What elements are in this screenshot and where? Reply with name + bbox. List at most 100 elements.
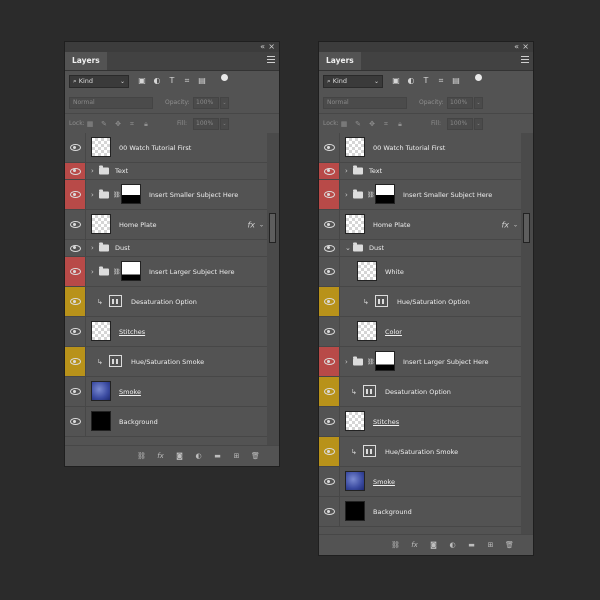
layer-row-stitches[interactable]: Stitches	[319, 407, 521, 437]
link-icon[interactable]: ⛓	[136, 450, 147, 462]
blend-mode-select[interactable]: Normal	[69, 97, 153, 109]
layer-row-dust[interactable]: › Dust	[65, 240, 267, 257]
fx-icon[interactable]: fx	[155, 450, 166, 462]
visibility-eye-icon[interactable]	[65, 317, 86, 346]
layer-name[interactable]: Insert Larger Subject Here	[149, 268, 235, 276]
layer-name[interactable]: Color	[385, 328, 402, 336]
chevron-right-icon[interactable]: ›	[91, 167, 94, 175]
visibility-eye-icon[interactable]	[319, 407, 340, 436]
layer-row-color[interactable]: Color	[319, 317, 521, 347]
layer-thumbnail[interactable]	[345, 411, 365, 431]
opacity-input[interactable]: 100%	[447, 97, 473, 109]
layer-row-desaturation-option[interactable]: ↳ Desaturation Option	[65, 287, 267, 317]
layer-row-home-plate[interactable]: Home Plate fx ⌄	[65, 210, 267, 240]
close-icon[interactable]: ×	[268, 42, 275, 52]
layer-row-insert-smaller-subject-here[interactable]: › ⛓ Insert Smaller Subject Here	[319, 180, 521, 210]
shape-filter-icon[interactable]: ⌗	[436, 75, 446, 87]
layer-name[interactable]: Hue/Saturation Smoke	[385, 448, 458, 456]
visibility-eye-icon[interactable]	[65, 407, 86, 436]
chevron-right-icon[interactable]: ›	[345, 191, 348, 199]
visibility-eye-icon[interactable]	[319, 377, 340, 406]
mask-link-icon[interactable]: ⛓	[367, 191, 375, 198]
visibility-eye-icon[interactable]	[65, 180, 86, 209]
opacity-dropdown-icon[interactable]: ⌄	[220, 97, 229, 109]
layer-name[interactable]: Stitches	[119, 328, 145, 336]
adjustment-icon[interactable]: ◐	[447, 539, 458, 551]
visibility-eye-icon[interactable]	[65, 377, 86, 406]
lock-all-icon[interactable]: 🔒︎	[395, 118, 405, 130]
chevron-right-icon[interactable]: ›	[345, 358, 348, 366]
folder-icon[interactable]: ▬	[212, 450, 223, 462]
layer-row-home-plate[interactable]: Home Plate fx ⌄	[319, 210, 521, 240]
layer-thumbnail[interactable]	[91, 137, 111, 157]
adjustment-layer-icon[interactable]	[109, 355, 122, 367]
visibility-eye-icon[interactable]	[319, 257, 340, 286]
visibility-eye-icon[interactable]	[65, 240, 86, 256]
lock-image-icon[interactable]: ✎	[99, 118, 109, 130]
kind-filter-select[interactable]: ⌕ Kind ⌄	[69, 75, 129, 88]
scrollbar[interactable]	[267, 133, 279, 448]
layer-thumbnail[interactable]	[91, 214, 111, 234]
scrollbar-thumb[interactable]	[269, 213, 276, 243]
visibility-eye-icon[interactable]	[65, 347, 86, 376]
pixel-filter-icon[interactable]: ▣	[391, 75, 401, 87]
type-filter-icon[interactable]: T	[167, 75, 177, 87]
chevron-right-icon[interactable]: ›	[91, 244, 94, 252]
layer-row-desaturation-option[interactable]: ↳ Desaturation Option	[319, 377, 521, 407]
fill-dropdown-icon[interactable]: ⌄	[474, 118, 483, 130]
new-layer-icon[interactable]: ⊞	[485, 539, 496, 551]
link-icon[interactable]: ⛓	[390, 539, 401, 551]
shape-filter-icon[interactable]: ⌗	[182, 75, 192, 87]
layer-row-00-watch-tutorial-first[interactable]: 00 Watch Tutorial First	[65, 133, 267, 163]
blend-mode-select[interactable]: Normal	[323, 97, 407, 109]
layer-thumbnail[interactable]	[357, 261, 377, 281]
layer-name[interactable]: Background	[373, 508, 412, 516]
visibility-eye-icon[interactable]	[319, 240, 340, 256]
fx-icon[interactable]: fx	[409, 539, 420, 551]
layer-name[interactable]: Dust	[115, 244, 130, 252]
fx-icon[interactable]: fx	[501, 220, 509, 229]
kind-filter-select[interactable]: ⌕ Kind ⌄	[323, 75, 383, 88]
layer-row-hue-saturation-option[interactable]: ↳ Hue/Saturation Option	[319, 287, 521, 317]
layer-name[interactable]: Desaturation Option	[385, 388, 451, 396]
panel-menu-icon[interactable]	[521, 56, 529, 64]
fill-input[interactable]: 100%	[447, 118, 473, 130]
lock-transparent-icon[interactable]: ▦	[85, 118, 95, 130]
layer-name[interactable]: Hue/Saturation Smoke	[131, 358, 204, 366]
layer-thumbnail[interactable]	[345, 214, 365, 234]
new-layer-icon[interactable]: ⊞	[231, 450, 242, 462]
layer-name[interactable]: Smoke	[119, 388, 141, 396]
layer-row-smoke[interactable]: Smoke	[65, 377, 267, 407]
mask-icon[interactable]: ◙	[174, 450, 185, 462]
adjustment-layer-icon[interactable]	[375, 295, 388, 307]
visibility-eye-icon[interactable]	[65, 210, 86, 239]
layer-name[interactable]: Insert Larger Subject Here	[403, 358, 489, 366]
layer-name[interactable]: Text	[369, 167, 382, 175]
layer-row-stitches[interactable]: Stitches	[65, 317, 267, 347]
collapse-icon[interactable]: «	[260, 42, 265, 52]
layer-name[interactable]: Insert Smaller Subject Here	[149, 191, 238, 199]
visibility-eye-icon[interactable]	[65, 163, 86, 179]
layer-row-hue-saturation-smoke[interactable]: ↳ Hue/Saturation Smoke	[319, 437, 521, 467]
chevron-right-icon[interactable]: ›	[91, 191, 94, 199]
layer-mask-thumbnail[interactable]	[121, 261, 141, 281]
visibility-eye-icon[interactable]	[319, 287, 340, 316]
lock-image-icon[interactable]: ✎	[353, 118, 363, 130]
layer-row-smoke[interactable]: Smoke	[319, 467, 521, 497]
layer-mask-thumbnail[interactable]	[121, 184, 141, 204]
lock-artboard-icon[interactable]: ⌗	[381, 118, 391, 130]
tab-layers[interactable]: Layers	[65, 52, 107, 70]
layer-row-text[interactable]: › Text	[319, 163, 521, 180]
lock-transparent-icon[interactable]: ▦	[339, 118, 349, 130]
scrollbar-thumb[interactable]	[523, 213, 530, 243]
lock-position-icon[interactable]: ✥	[113, 118, 123, 130]
layer-row-dust[interactable]: ⌄ Dust	[319, 240, 521, 257]
chevron-right-icon[interactable]: ›	[345, 167, 348, 175]
layer-row-00-watch-tutorial-first[interactable]: 00 Watch Tutorial First	[319, 133, 521, 163]
layer-name[interactable]: Home Plate	[119, 221, 157, 229]
scrollbar[interactable]	[521, 133, 533, 537]
layer-thumbnail[interactable]	[91, 411, 111, 431]
layer-row-insert-larger-subject-here[interactable]: › ⛓ Insert Larger Subject Here	[319, 347, 521, 377]
collapse-icon[interactable]: «	[514, 42, 519, 52]
visibility-eye-icon[interactable]	[319, 163, 340, 179]
